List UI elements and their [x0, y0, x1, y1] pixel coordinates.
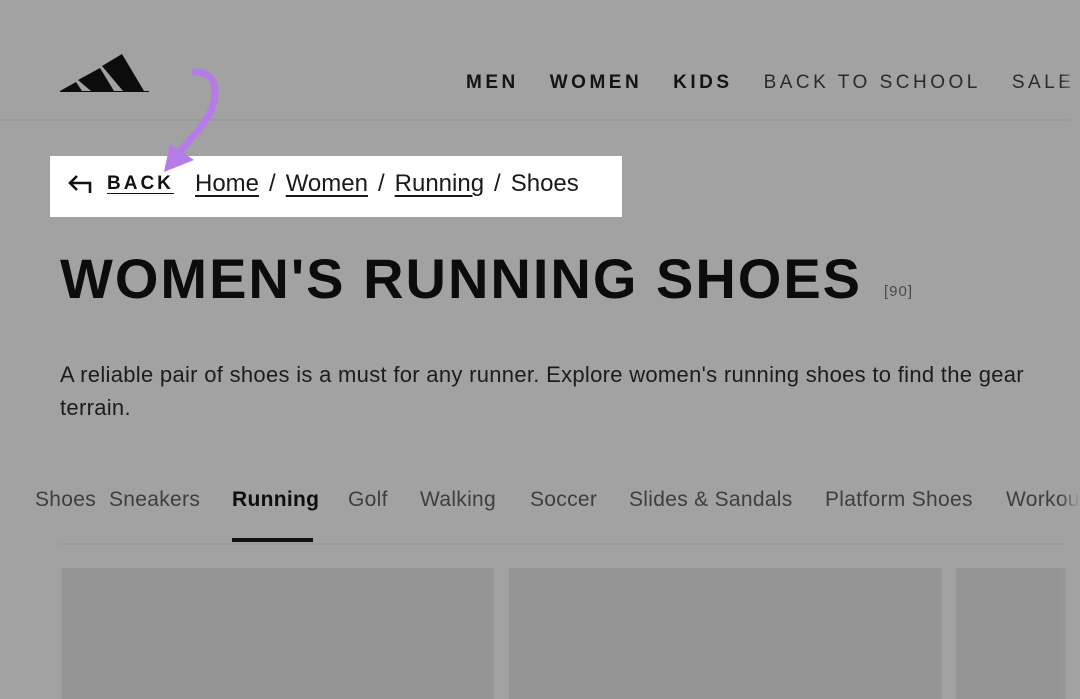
tabs-divider [60, 543, 1066, 545]
breadcrumb-separator: / [494, 170, 501, 197]
product-card[interactable] [509, 568, 942, 699]
tab-golf[interactable]: Golf [348, 488, 388, 512]
tab-walking[interactable]: Walking [420, 488, 496, 512]
breadcrumb-women[interactable]: Women [286, 170, 368, 198]
breadcrumb-shoes: Shoes [510, 170, 579, 197]
nav-item-women[interactable]: WOMEN [550, 72, 642, 94]
tab-slides-sandals[interactable]: Slides & Sandals [629, 488, 793, 512]
page-title: WOMEN'S RUNNING SHOES [60, 247, 863, 310]
category-tabs: Shoes Sneakers Running Golf Walking Socc… [0, 488, 1080, 544]
nav-item-kids[interactable]: KIDS [673, 72, 732, 94]
breadcrumb-separator: / [377, 170, 385, 197]
nav-item-men[interactable]: MEN [466, 72, 519, 94]
tab-running[interactable]: Running [232, 488, 319, 512]
breadcrumb-separator: / [269, 170, 276, 197]
tab-soccer[interactable]: Soccer [530, 488, 597, 512]
adidas-logo-icon[interactable] [60, 36, 152, 94]
breadcrumb-trail: Home / Women / Running / Shoes [195, 170, 579, 198]
breadcrumb: BACK Home / Women / Running / Shoes [50, 156, 622, 217]
active-tab-indicator [232, 538, 313, 542]
breadcrumb-running[interactable]: Running [395, 170, 484, 198]
tab-shoes[interactable]: Shoes [35, 488, 96, 512]
page: MEN WOMEN KIDS BACK TO SCHOOL SALE BACK … [0, 0, 1080, 699]
scroll-edge-fade [1060, 0, 1080, 699]
category-description: A reliable pair of shoes is a must for a… [60, 362, 1024, 420]
main-nav: MEN WOMEN KIDS BACK TO SCHOOL SALE [466, 70, 1074, 96]
tab-platform-shoes[interactable]: Platform Shoes [825, 488, 973, 512]
result-count: [90] [884, 283, 914, 300]
tab-sneakers[interactable]: Sneakers [109, 488, 200, 512]
product-card[interactable] [956, 568, 1066, 699]
product-card[interactable] [62, 568, 494, 699]
back-arrow-icon [68, 175, 92, 193]
nav-item-back-to-school[interactable]: BACK TO SCHOOL [764, 72, 981, 94]
annotation-arrow-icon [164, 68, 219, 172]
